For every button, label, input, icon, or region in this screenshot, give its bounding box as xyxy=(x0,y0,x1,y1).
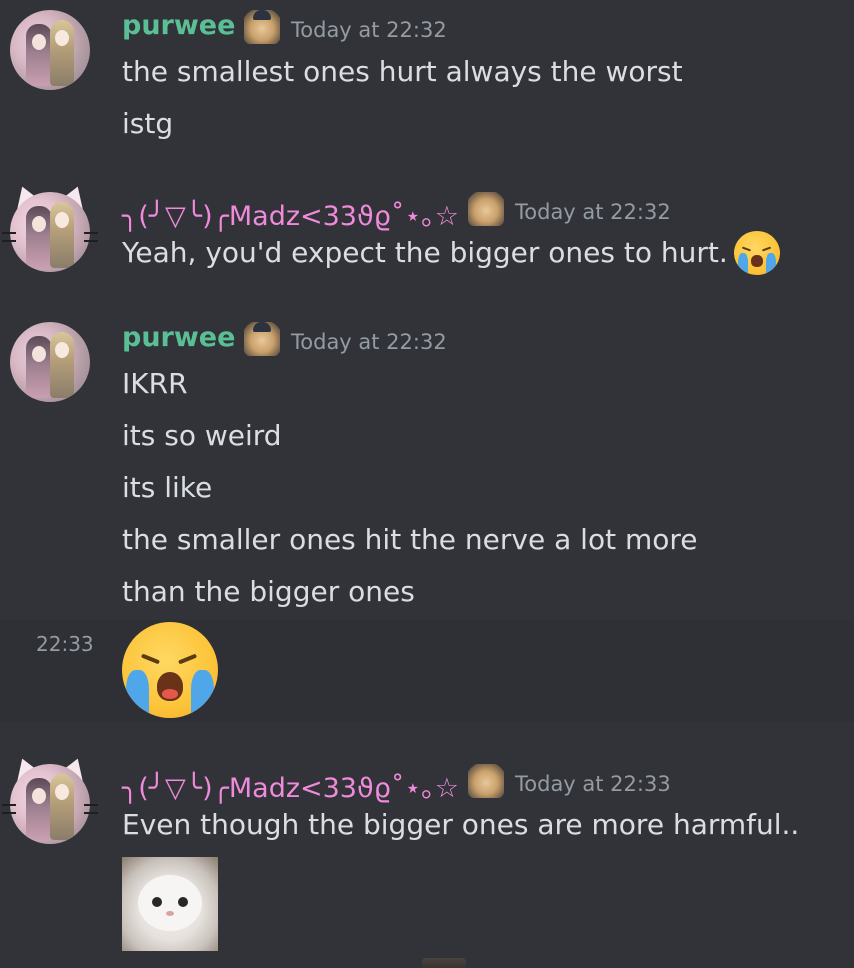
username[interactable]: purwee xyxy=(122,10,235,41)
avatar[interactable] xyxy=(2,181,98,272)
username[interactable]: ╮(╯▽╰)╭Madz<33ϑϱ˚⋆｡☆ xyxy=(122,766,459,805)
timestamp[interactable]: Today at 22:32 xyxy=(291,18,447,42)
cat-icon xyxy=(468,764,504,798)
message-text: istg xyxy=(122,107,174,140)
avatar[interactable] xyxy=(10,322,90,402)
timestamp[interactable]: Today at 22:32 xyxy=(291,330,447,354)
username[interactable]: ╮(╯▽╰)╭Madz<33ϑϱ˚⋆｡☆ xyxy=(122,194,459,233)
message-text: Yeah, you'd expect the bigger ones to hu… xyxy=(122,236,728,269)
message-text: its so weird xyxy=(122,419,282,452)
chat-message-list: purwee Today at 22:32 the smallest ones … xyxy=(0,0,854,968)
message-text: the smallest ones hurt always the worst xyxy=(122,55,683,88)
cat-police-icon xyxy=(244,322,280,356)
message-text: IKRR xyxy=(122,367,188,400)
message-text: than the bigger ones xyxy=(122,575,415,608)
loudly-crying-face-icon xyxy=(734,231,780,275)
next-message-emoji-partial xyxy=(422,958,466,968)
message-text: the smaller ones hit the nerve a lot mor… xyxy=(122,523,698,556)
timestamp[interactable]: Today at 22:33 xyxy=(515,772,671,796)
sad-white-cat-image[interactable] xyxy=(122,857,218,951)
loudly-crying-face-icon[interactable] xyxy=(122,622,218,718)
message-text: Even though the bigger ones are more har… xyxy=(122,808,800,841)
avatar[interactable] xyxy=(10,10,90,90)
cat-police-icon xyxy=(244,10,280,44)
username[interactable]: purwee xyxy=(122,322,235,353)
timestamp[interactable]: Today at 22:32 xyxy=(515,200,671,224)
cat-icon xyxy=(468,192,504,226)
timestamp[interactable]: 22:33 xyxy=(36,632,94,656)
avatar[interactable] xyxy=(2,753,98,844)
message-text: its like xyxy=(122,471,213,504)
